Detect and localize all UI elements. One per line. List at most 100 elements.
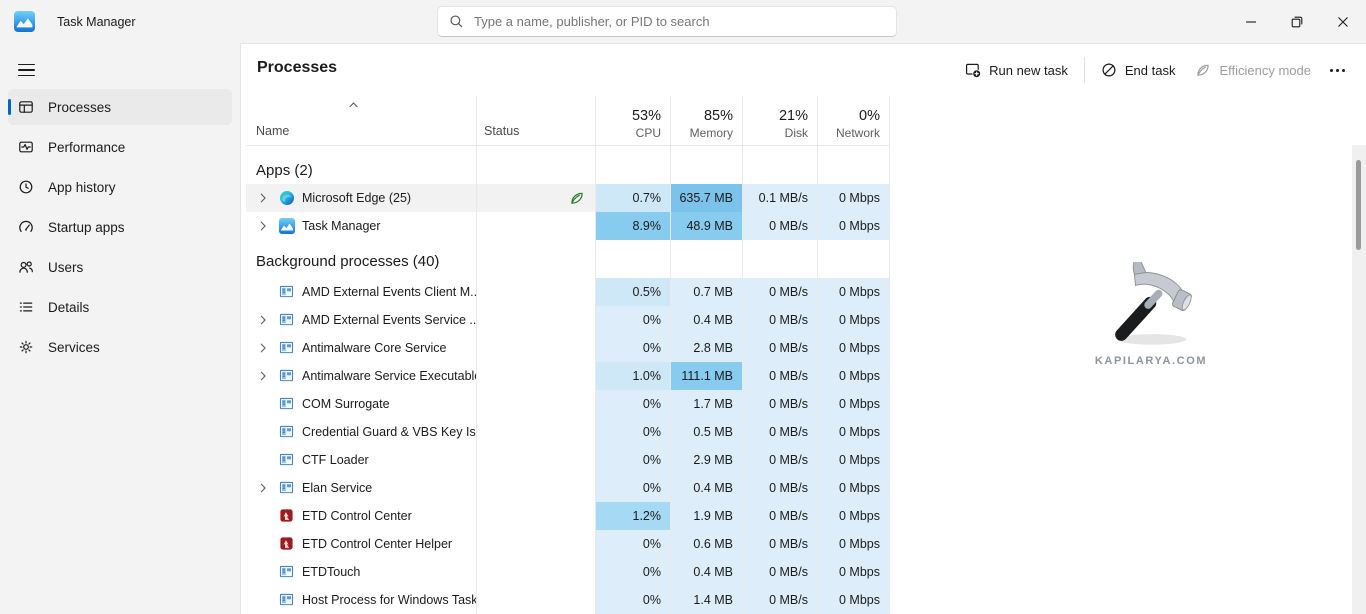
disk-cell: 0 MB/s [743,278,818,306]
memory-cell: 0.4 MB [671,558,743,586]
status-column-header[interactable]: Status [477,96,596,145]
network-column-header[interactable]: 0% Network [818,96,890,145]
more-options-button[interactable] [1321,59,1354,82]
process-row[interactable]: ETDTouch0%0.4 MB0 MB/s0 Mbps [246,558,890,586]
cpu-cell: 0% [596,474,671,502]
search-box[interactable] [437,6,897,37]
process-name: ETD Control Center [302,509,412,523]
expand-chevron-icon[interactable] [256,481,270,495]
sidebar-item-details[interactable]: Details [8,289,232,325]
process-group-header[interactable]: Background processes (40) [246,247,890,275]
sidebar-item-label: Startup apps [48,220,125,235]
cpu-cell: 0.5% [596,278,671,306]
network-header-label: Network [836,126,880,140]
cpu-cell: 1.0% [596,362,671,390]
cpu-column-header[interactable]: 53% CPU [596,96,671,145]
sidebar-item-performance[interactable]: Performance [8,129,232,165]
efficiency-mode-button[interactable]: Efficiency mode [1185,56,1321,84]
memory-cell: 0.4 MB [671,474,743,502]
process-name: Antimalware Service Executable [302,369,477,383]
generic-process-icon [279,340,295,356]
sidebar-item-label: Details [48,300,89,315]
taskmgr-process-icon [279,218,295,234]
close-button[interactable] [1320,0,1366,43]
process-name: ETD Control Center Helper [302,537,452,551]
generic-process-icon [279,396,295,412]
process-row[interactable]: Elan Service0%0.4 MB0 MB/s0 Mbps [246,474,890,502]
process-row[interactable]: Microsoft Edge (25)0.7%635.7 MB0.1 MB/s0… [246,184,890,212]
memory-cell: 111.1 MB [671,362,743,390]
table-header: Name Status 53% CPU 85% Memory 21% Disk … [246,96,890,146]
watermark-text: KAPILARYA.COM [1041,355,1261,367]
process-row[interactable]: AMD External Events Client M...0.5%0.7 M… [246,278,890,306]
expand-chevron-icon[interactable] [256,369,270,383]
scrollbar-thumb[interactable] [1356,160,1361,250]
process-row[interactable]: Credential Guard & VBS Key Is...0%0.5 MB… [246,418,890,446]
status-cell [477,212,596,240]
memory-cell: 0.4 MB [671,306,743,334]
process-row[interactable]: Antimalware Service Executable 1.0%111.1 … [246,362,890,390]
app-history-icon [18,179,34,195]
network-total-percent: 0% [859,108,880,124]
startup-apps-icon [18,219,34,235]
network-cell: 0 Mbps [818,530,890,558]
memory-column-header[interactable]: 85% Memory [671,96,743,145]
process-name: COM Surrogate [302,397,390,411]
generic-process-icon [279,424,295,440]
sidebar-item-app-history[interactable]: App history [8,169,232,205]
cpu-total-percent: 53% [632,108,661,124]
process-row[interactable]: CTF Loader0%2.9 MB0 MB/s0 Mbps [246,446,890,474]
cpu-cell: 0% [596,418,671,446]
sidebar-item-services[interactable]: Services [8,329,232,365]
process-row[interactable]: ETD Control Center1.2%1.9 MB0 MB/s0 Mbps [246,502,890,530]
spacer-row [246,146,890,156]
process-name: Host Process for Windows Tasks [302,593,477,607]
expand-chevron-icon[interactable] [256,313,270,327]
memory-cell: 48.9 MB [671,212,743,240]
name-column-header[interactable]: Name [246,96,477,145]
process-row[interactable]: COM Surrogate0%1.7 MB0 MB/s0 Mbps [246,390,890,418]
cpu-cell: 0% [596,530,671,558]
navigation-menu-button[interactable] [7,53,45,87]
status-cell [477,278,596,306]
performance-icon [18,139,34,155]
status-cell [477,446,596,474]
process-row[interactable]: ETD Control Center Helper0%0.6 MB0 MB/s0… [246,530,890,558]
memory-cell: 1.7 MB [671,390,743,418]
minimize-button[interactable] [1228,0,1274,43]
process-name: CTF Loader [302,453,369,467]
vertical-scrollbar[interactable] [1352,145,1366,614]
expand-chevron-icon[interactable] [256,341,270,355]
sidebar-item-label: Performance [48,140,125,155]
cpu-header-label: CPU [636,126,661,140]
expand-chevron-icon[interactable] [256,191,270,205]
cpu-cell: 0% [596,558,671,586]
disk-cell: 0 MB/s [743,418,818,446]
sidebar: Processes Performance App history Startup a… [0,43,240,614]
sidebar-item-users[interactable]: Users [8,249,232,285]
process-group-header[interactable]: Apps (2) [246,156,890,184]
disk-cell: 0 MB/s [743,390,818,418]
memory-cell: 635.7 MB [671,184,743,212]
cpu-cell: 0% [596,446,671,474]
run-new-task-button[interactable]: Run new task [955,56,1078,84]
process-row[interactable]: AMD External Events Service ...0%0.4 MB0… [246,306,890,334]
process-row[interactable]: Antimalware Core Service0%2.8 MB0 MB/s0 … [246,334,890,362]
expand-chevron-icon[interactable] [256,219,270,233]
sidebar-nav: Processes Performance App history Startup a… [8,89,232,365]
disk-column-header[interactable]: 21% Disk [743,96,818,145]
process-row[interactable]: Host Process for Windows Tasks0%1.4 MB0 … [246,586,890,614]
end-task-label: End task [1125,63,1176,78]
end-task-button[interactable]: End task [1091,56,1186,84]
network-cell: 0 Mbps [818,502,890,530]
sidebar-item-startup-apps[interactable]: Startup apps [8,209,232,245]
sidebar-item-processes[interactable]: Processes [8,89,232,125]
network-cell: 0 Mbps [818,586,890,614]
network-cell: 0 Mbps [818,390,890,418]
process-row[interactable]: Task Manager8.9%48.9 MB0 MB/s0 Mbps [246,212,890,240]
restore-button[interactable] [1274,0,1320,43]
search-input[interactable] [474,14,885,29]
status-cell [477,586,596,614]
memory-cell: 0.5 MB [671,418,743,446]
selected-accent-bar [8,99,11,115]
